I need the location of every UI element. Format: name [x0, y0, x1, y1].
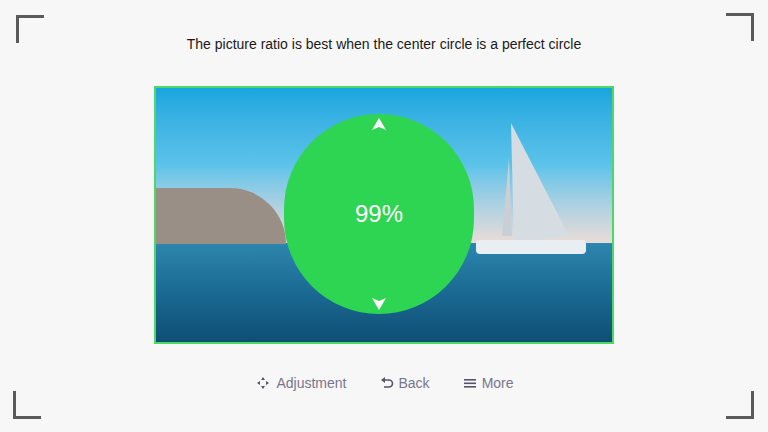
- instruction-title: The picture ratio is best when the cente…: [187, 35, 582, 53]
- dpad-icon: [254, 376, 272, 390]
- hint-label: Adjustment: [276, 374, 346, 392]
- ratio-value: 99%: [355, 200, 403, 228]
- arrow-up-icon[interactable]: [371, 117, 387, 131]
- ratio-circle[interactable]: 99%: [284, 114, 474, 314]
- back-icon: [379, 376, 395, 390]
- arrow-down-icon[interactable]: [371, 297, 387, 311]
- corner-bracket-icon: [726, 13, 754, 41]
- ratio-screen: The picture ratio is best when the cente…: [0, 0, 768, 432]
- preview-frame: 99%: [154, 86, 614, 344]
- hint-label: More: [482, 374, 514, 392]
- hint-item: Adjustment: [254, 374, 346, 392]
- hint-label: Back: [399, 374, 430, 392]
- corner-bracket-icon: [16, 15, 44, 43]
- menu-icon: [462, 376, 478, 390]
- corner-bracket-icon: [726, 391, 754, 419]
- sailboat-icon: [474, 118, 594, 268]
- corner-bracket-icon: [13, 391, 41, 419]
- hint-item: More: [462, 374, 514, 392]
- hint-item: Back: [379, 374, 430, 392]
- hint-bar: Adjustment Back More: [254, 374, 513, 392]
